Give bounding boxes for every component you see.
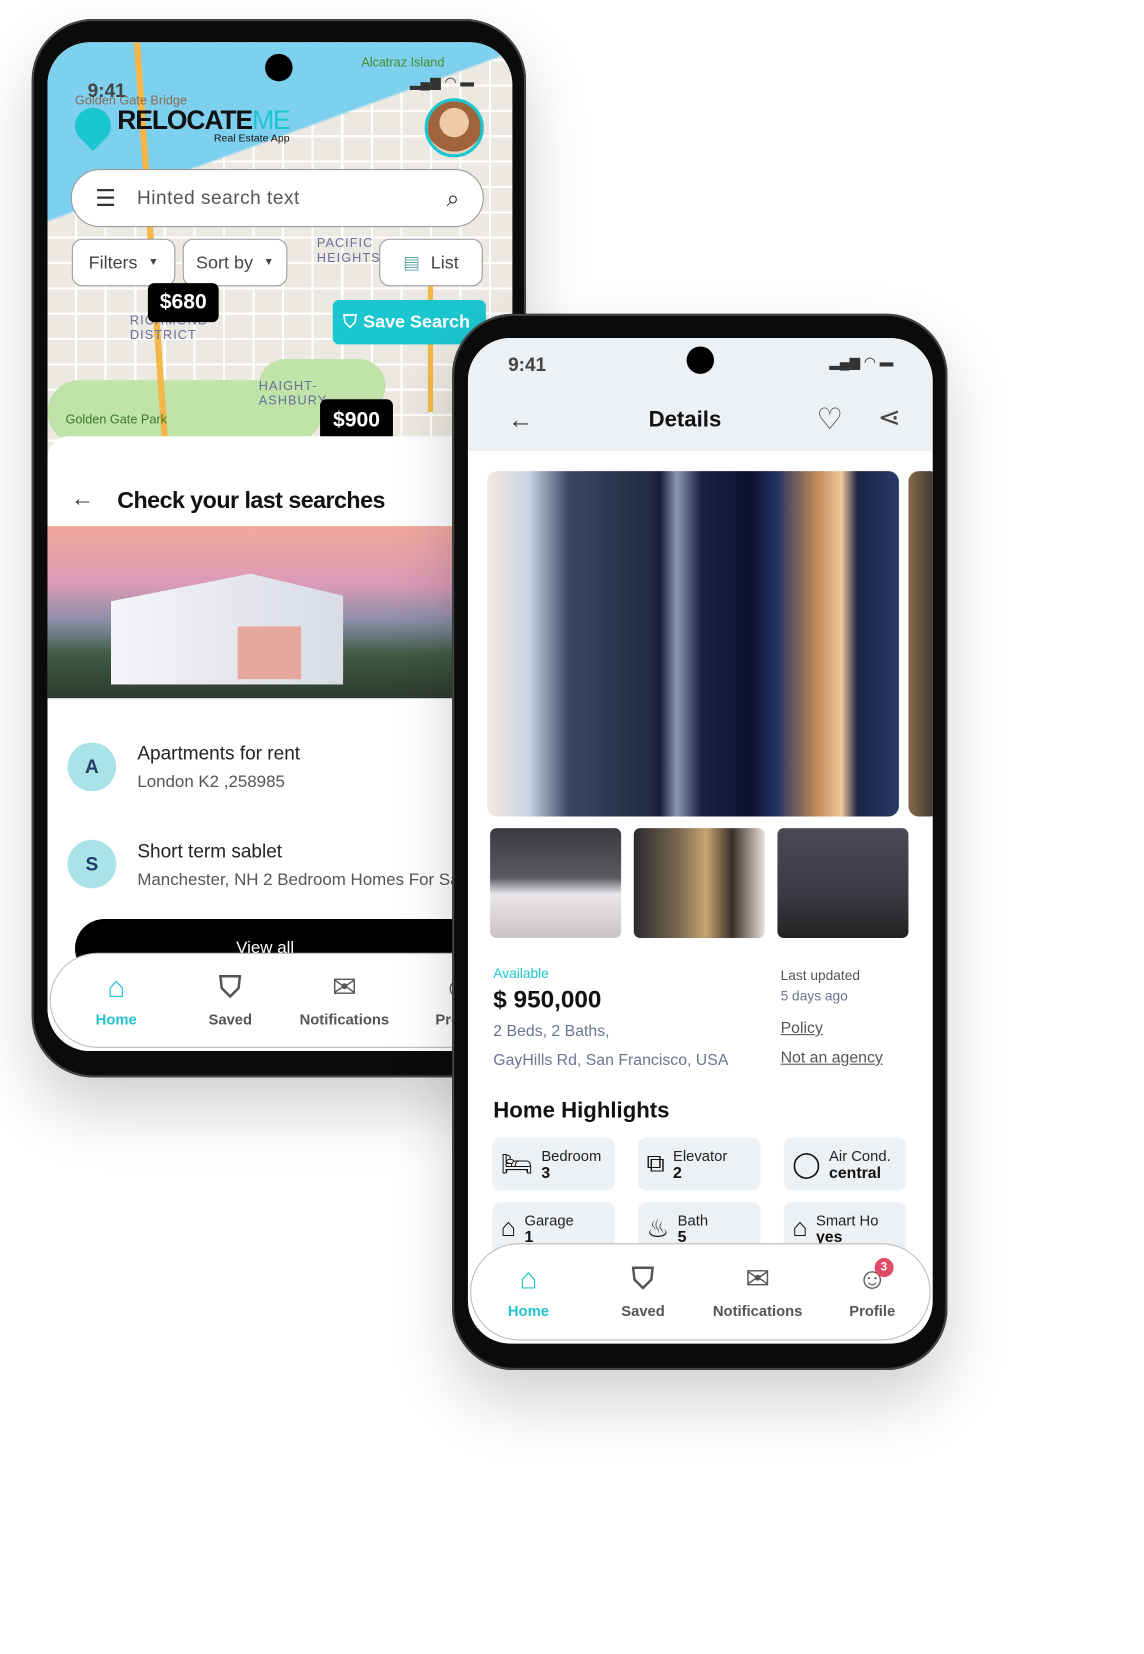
price: $ 950,000: [493, 985, 602, 1013]
map-label: Golden Gate Park: [65, 411, 167, 427]
specs: 2 Beds, 2 Baths,: [493, 1022, 610, 1041]
policy-link[interactable]: Policy: [781, 1019, 823, 1037]
list-view-button[interactable]: ▤ List: [379, 238, 483, 287]
sort-dropdown[interactable]: Sort by ▼: [182, 238, 288, 287]
recent-item[interactable]: Apartments for rent London K2 ,258985: [137, 743, 300, 793]
save-search-button[interactable]: ⛉ Save Search: [332, 299, 486, 345]
share-icon[interactable]: ⋖: [878, 401, 901, 434]
caret-down-icon: ▼: [148, 256, 159, 269]
menu-icon[interactable]: ☰: [95, 184, 116, 211]
bottom-nav: ⌂Home ⛉Saved ✉Notifications ☺Profile: [49, 952, 513, 1048]
bookmark-icon: ⛉: [631, 1262, 655, 1296]
agency-link[interactable]: Not an agency: [781, 1049, 883, 1067]
bed-icon: 🛏︎: [500, 1149, 533, 1179]
mail-icon: ✉: [745, 1262, 771, 1296]
recent-avatar: A: [67, 742, 117, 792]
recent-item[interactable]: Short term sablet Manchester, NH 2 Bedro…: [137, 841, 472, 891]
nav-home[interactable]: ⌂ Home: [476, 1264, 582, 1319]
smart-home-icon: ⌂: [792, 1213, 808, 1243]
caret-down-icon: ▼: [263, 256, 274, 269]
nav-notifications[interactable]: ✉ Notifications: [287, 970, 401, 1027]
price-tag[interactable]: $680: [147, 283, 219, 323]
price-tag[interactable]: $900: [320, 399, 393, 442]
nav-saved[interactable]: ⛉ Saved: [590, 1264, 696, 1319]
house-photo[interactable]: [47, 526, 513, 699]
search-bar[interactable]: ☰ Hinted search text ⌕: [70, 169, 484, 228]
back-arrow-icon[interactable]: ←: [508, 406, 533, 436]
bookmark-icon: ⛉: [219, 970, 242, 1004]
availability-status: Available: [493, 965, 549, 982]
logo-pin-icon: [67, 99, 119, 151]
next-photo-peek[interactable]: [908, 471, 933, 817]
bottom-nav: ⌂ Home ⛉ Saved ✉ Notifications ☺ 3 Profile: [470, 1243, 931, 1341]
list-icon: ▤: [403, 251, 421, 272]
user-avatar[interactable]: [424, 98, 484, 158]
home-icon: ⌂: [519, 1262, 538, 1296]
notification-badge: 3: [874, 1258, 894, 1278]
mail-icon: ✉: [331, 970, 357, 1004]
filters-dropdown[interactable]: Filters ▼: [71, 238, 176, 287]
home-icon: ⌂: [107, 970, 126, 1004]
address: GayHills Rd, San Francisco, USA: [493, 1051, 729, 1069]
bath-icon: ♨: [646, 1214, 670, 1243]
highlight-elevator: ⧉ Elevator 2: [638, 1137, 761, 1191]
sheet-title: Check your last searches: [117, 486, 385, 514]
nav-notifications[interactable]: ✉ Notifications: [705, 1264, 811, 1319]
back-arrow-icon[interactable]: ←: [71, 485, 94, 512]
status-icons: ▂▄▆ ◠ ▬: [829, 353, 894, 370]
map-label: Alcatraz Island: [361, 54, 445, 70]
nav-profile[interactable]: ☺ 3 Profile: [819, 1258, 925, 1319]
map-label: PACIFIC HEIGHTS: [316, 235, 381, 266]
elevator-icon: ⧉: [646, 1149, 665, 1178]
bookmark-icon: ⛉: [343, 311, 357, 332]
last-updated-value: 5 days ago: [780, 987, 848, 1004]
garage-icon: ⌂: [500, 1213, 517, 1243]
highlight-air-cond: ◯ Air Cond. central: [783, 1137, 907, 1191]
app-logo: RELOCATEME Real Estate App: [67, 99, 291, 151]
search-input[interactable]: Hinted search text: [137, 187, 446, 209]
highlight-bedroom: 🛏︎ Bedroom 3: [492, 1137, 615, 1191]
air-cond-icon: ◯: [792, 1149, 821, 1179]
search-icon[interactable]: ⌕: [446, 184, 459, 211]
page-title: Details: [648, 407, 722, 433]
heart-icon[interactable]: ♡: [817, 401, 844, 436]
search-screen: Golden Gate Bridge Alcatraz Island PACIF…: [47, 42, 513, 1052]
nav-saved[interactable]: ⛉ Saved: [173, 970, 287, 1027]
photo-thumbnail[interactable]: [777, 828, 909, 938]
recent-avatar: S: [67, 839, 117, 889]
details-screen: 9:41 ▂▄▆ ◠ ▬ ← Details ♡ ⋖ Available $ 9…: [467, 338, 933, 1344]
photo-thumbnail[interactable]: [633, 828, 765, 938]
phone-details: 9:41 ▂▄▆ ◠ ▬ ← Details ♡ ⋖ Available $ 9…: [452, 313, 948, 1371]
status-time: 9:41: [508, 353, 547, 375]
property-photo[interactable]: [486, 471, 899, 817]
status-time: 9:41: [87, 80, 126, 102]
highlights-title: Home Highlights: [493, 1098, 670, 1123]
last-updated-label: Last updated: [780, 967, 861, 984]
nav-home[interactable]: ⌂ Home: [59, 970, 173, 1027]
photo-thumbnail[interactable]: [490, 828, 622, 938]
status-icons: ▂▄▆ ◠ ▬: [409, 73, 475, 90]
